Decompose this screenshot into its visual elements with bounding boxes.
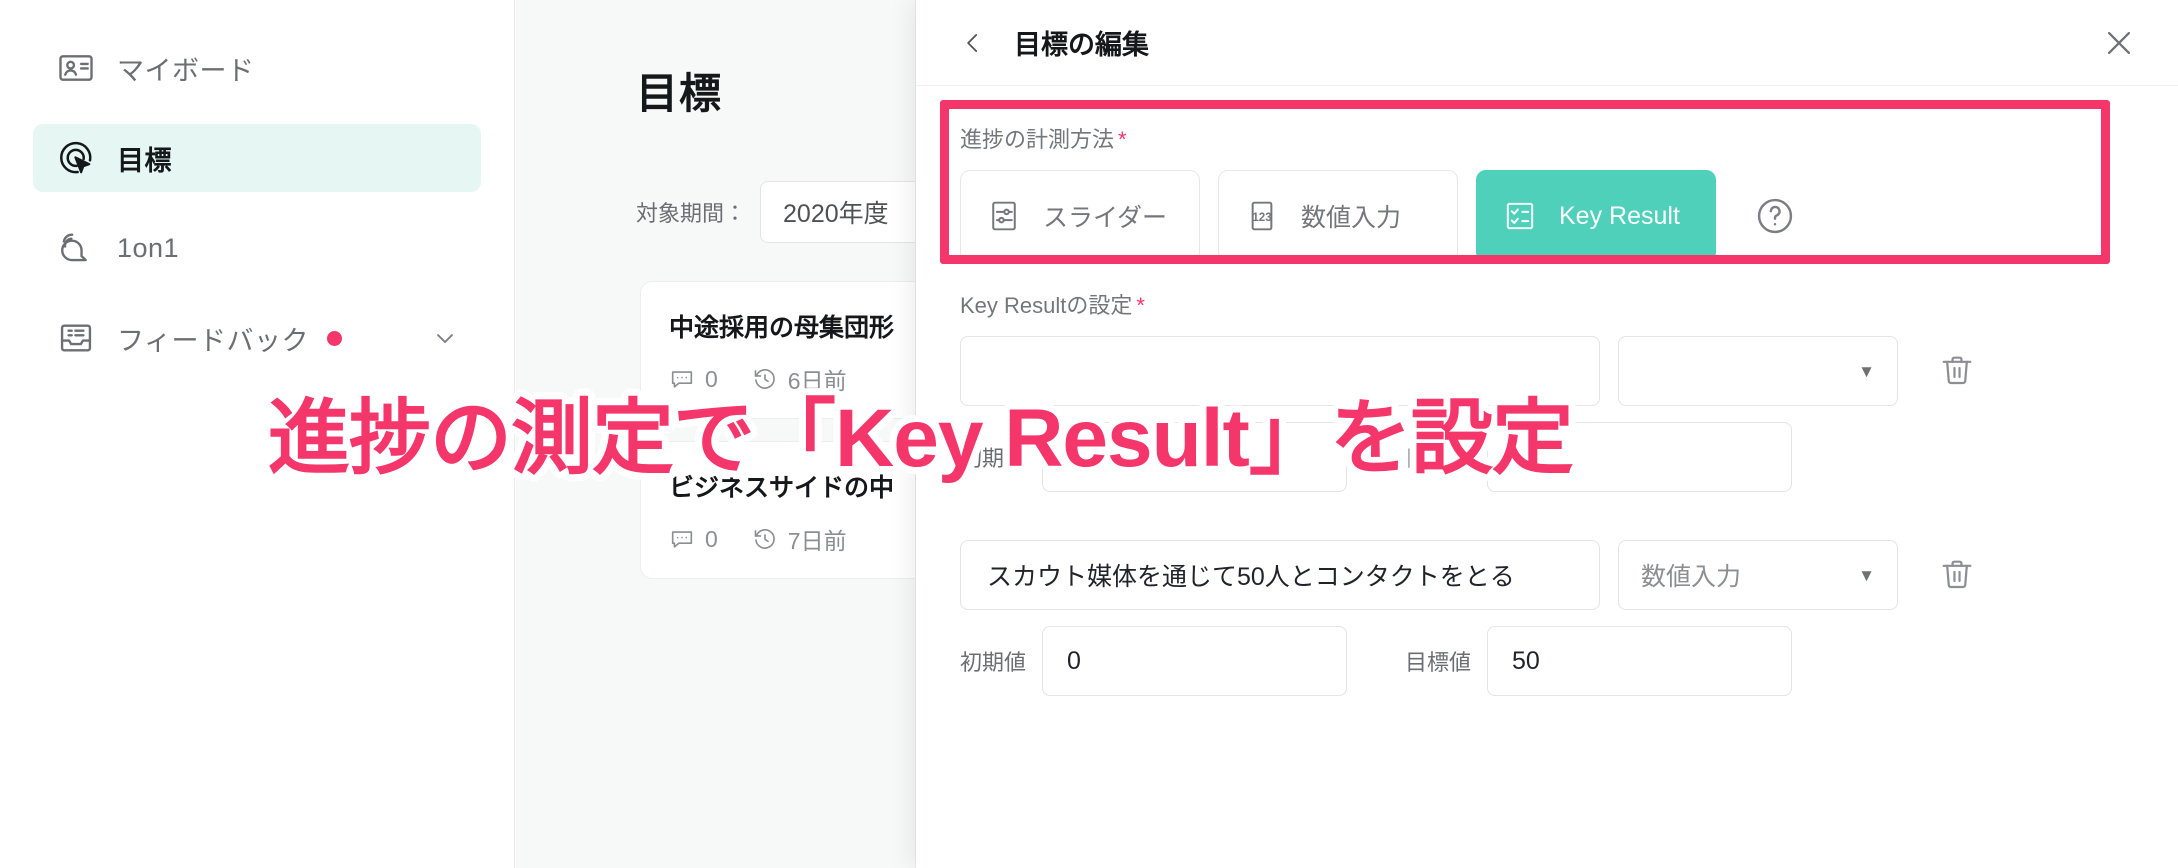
key-result-type-value: 数値入力 <box>1641 563 1742 591</box>
key-result-values-row: 初期値 0 目標値 50 <box>960 626 2136 696</box>
id-card-icon <box>55 47 97 89</box>
sidebar-item-goals[interactable]: 目標 <box>33 124 481 192</box>
question-circle-icon[interactable] <box>1754 195 1796 237</box>
history-icon <box>752 366 778 392</box>
sidebar-item-feedback[interactable]: フィードバック <box>33 304 481 372</box>
measurement-method-label: 進捗の計測方法 * <box>960 122 2136 154</box>
history-icon <box>752 526 778 552</box>
caption-annotation: 進捗の測定で「Key Result」を設定 <box>268 393 1574 484</box>
key-result-name-value: スカウト媒体を通じて50人とコンタクトをとる <box>987 563 1515 591</box>
key-result-row: スカウト媒体を通じて50人とコンタクトをとる 数値入力 ▼ <box>960 540 2136 610</box>
chevron-left-icon[interactable] <box>960 30 986 56</box>
initial-value: 0 <box>1067 646 1081 675</box>
method-option-label: スライダー <box>1043 204 1168 232</box>
slider-icon <box>987 199 1021 233</box>
sidebar-item-label: フィードバック <box>117 325 309 356</box>
notification-dot <box>326 330 342 346</box>
method-option-slider[interactable]: スライダー <box>960 170 1200 262</box>
target-value: 50 <box>1512 646 1540 675</box>
target-value-label: 目標値 <box>1405 650 1472 675</box>
initial-value-input[interactable]: 0 <box>1042 626 1348 696</box>
page-title: 目標 <box>636 70 723 117</box>
comment-icon <box>669 526 695 552</box>
measurement-method-options: スライダー 123 数値入力 Key Result <box>960 170 2136 262</box>
goal-card-meta: 0 7日前 <box>669 522 915 556</box>
updated-time: 6日前 <box>787 368 847 394</box>
method-option-label: Key Result <box>1559 201 1680 230</box>
drawer-title: 目標の編集 <box>1014 30 1149 60</box>
key-result-type-select[interactable]: ▼ <box>1618 336 1898 406</box>
comment-icon <box>669 366 695 392</box>
target-cursor-icon <box>55 137 97 179</box>
trash-icon[interactable] <box>1938 556 1976 594</box>
checklist-icon <box>1503 199 1537 233</box>
required-asterisk: * <box>1118 127 1127 152</box>
key-result-label: Key Resultの設定 * <box>960 288 2136 320</box>
chat-person-icon <box>55 227 97 269</box>
goal-card-meta: 0 6日前 <box>669 362 915 396</box>
chevron-down-icon: ▼ <box>1858 361 1875 381</box>
comment-count: 0 <box>705 365 718 392</box>
comment-count: 0 <box>705 525 718 552</box>
trash-icon[interactable] <box>1938 352 1976 390</box>
period-label: 対象期間： <box>636 201 747 226</box>
measurement-method-section: 進捗の計測方法 * スライダー 123 数値入力 Key Result <box>960 86 2136 262</box>
key-result-section: Key Resultの設定 * ▼ 初期値 0 目標値 20 スカウト媒体を通じ… <box>960 288 2136 696</box>
inbox-list-icon <box>55 317 97 359</box>
numeric-123-icon: 123 <box>1245 199 1279 233</box>
sidebar-item-1on1[interactable]: 1on1 <box>33 214 481 282</box>
chevron-down-icon[interactable] <box>431 324 459 352</box>
key-result-label-text: Key Resultの設定 <box>960 293 1133 318</box>
svg-text:123: 123 <box>1252 211 1272 224</box>
key-result-name-input[interactable]: スカウト媒体を通じて50人とコンタクトをとる <box>960 540 1600 610</box>
method-option-label: 数値入力 <box>1301 204 1402 232</box>
app-root: マイボード 目標 1on1 フィードバック 目標 対象期間： 2020年度 中途… <box>0 0 2178 868</box>
key-result-type-select[interactable]: 数値入力 ▼ <box>1618 540 1898 610</box>
period-filter-row: 対象期間： 2020年度 <box>636 181 915 243</box>
method-option-key-result[interactable]: Key Result <box>1476 170 1716 262</box>
sidebar-item-myboard[interactable]: マイボード <box>33 34 481 102</box>
sidebar-item-label: 目標 <box>117 145 172 176</box>
sidebar-item-label: マイボード <box>117 55 255 86</box>
goal-card-title: 中途採用の母集団形 <box>669 314 895 342</box>
target-value-input[interactable]: 50 <box>1487 626 1793 696</box>
sidebar-item-label: 1on1 <box>117 232 180 263</box>
close-icon[interactable] <box>2102 26 2136 60</box>
method-option-numeric[interactable]: 123 数値入力 <box>1218 170 1458 262</box>
drawer-header: 目標の編集 <box>916 0 2178 86</box>
updated-time: 7日前 <box>787 528 847 554</box>
period-select[interactable]: 2020年度 <box>760 181 915 243</box>
drawer-body: 進捗の計測方法 * スライダー 123 数値入力 Key Result Key … <box>916 86 2178 696</box>
initial-value-label: 初期値 <box>960 650 1027 675</box>
measurement-method-label-text: 進捗の計測方法 <box>960 127 1115 152</box>
period-select-value: 2020年度 <box>783 200 889 228</box>
required-asterisk: * <box>1136 293 1145 318</box>
chevron-down-icon: ▼ <box>1858 565 1875 585</box>
